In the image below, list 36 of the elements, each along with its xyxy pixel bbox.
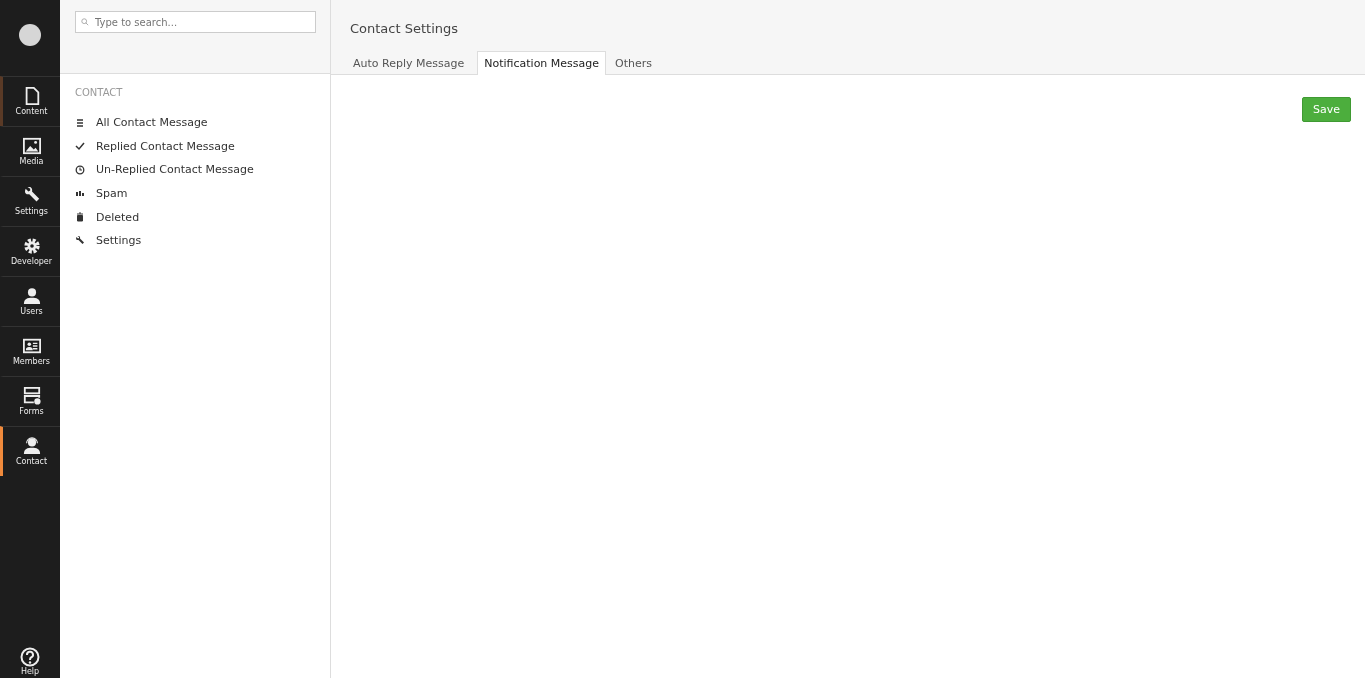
tree-item[interactable]: Deleted — [75, 205, 140, 229]
section-item[interactable]: Users — [0, 276, 60, 326]
tree-item[interactable]: Replied Contact Message — [75, 134, 235, 159]
wrench-icon — [75, 235, 85, 246]
form-icon — [22, 387, 41, 405]
tree-item[interactable]: All Contact Message — [75, 111, 208, 135]
section-item[interactable]: Contact — [0, 426, 60, 476]
search-field[interactable]: Type to search... — [75, 11, 316, 33]
section-item[interactable]: Settings — [0, 176, 60, 226]
page-title: Contact Settings — [350, 21, 460, 36]
tree-item[interactable]: Settings — [75, 228, 142, 253]
tree-item[interactable]: Spam — [75, 181, 128, 206]
gear-icon — [22, 237, 41, 255]
person-headset-icon — [22, 437, 41, 455]
section-item[interactable]: Content — [0, 76, 60, 126]
section-item[interactable]: Members — [0, 326, 60, 376]
image-icon — [22, 137, 41, 155]
spam-icon — [75, 188, 85, 199]
list-icon — [75, 117, 85, 128]
tree-item[interactable]: Un-Replied Contact Message — [75, 158, 254, 182]
trash-icon — [75, 212, 85, 223]
section-item[interactable]: Media — [0, 126, 60, 176]
tab[interactable]: Notification Message — [477, 51, 607, 75]
tree-heading: CONTACT — [75, 87, 123, 98]
section-item[interactable]: Developer — [0, 226, 60, 276]
section-item[interactable]: Forms — [0, 376, 60, 426]
id-card-icon — [22, 337, 41, 355]
clock-icon — [75, 165, 85, 175]
avatar[interactable] — [19, 24, 41, 46]
search-icon — [81, 18, 89, 26]
person-icon — [22, 287, 41, 305]
help-icon — [20, 647, 40, 667]
help-item[interactable]: Help — [0, 647, 60, 678]
check-icon — [75, 141, 85, 152]
tab[interactable]: Others — [612, 51, 659, 75]
tab[interactable]: Auto Reply Message — [350, 51, 472, 75]
